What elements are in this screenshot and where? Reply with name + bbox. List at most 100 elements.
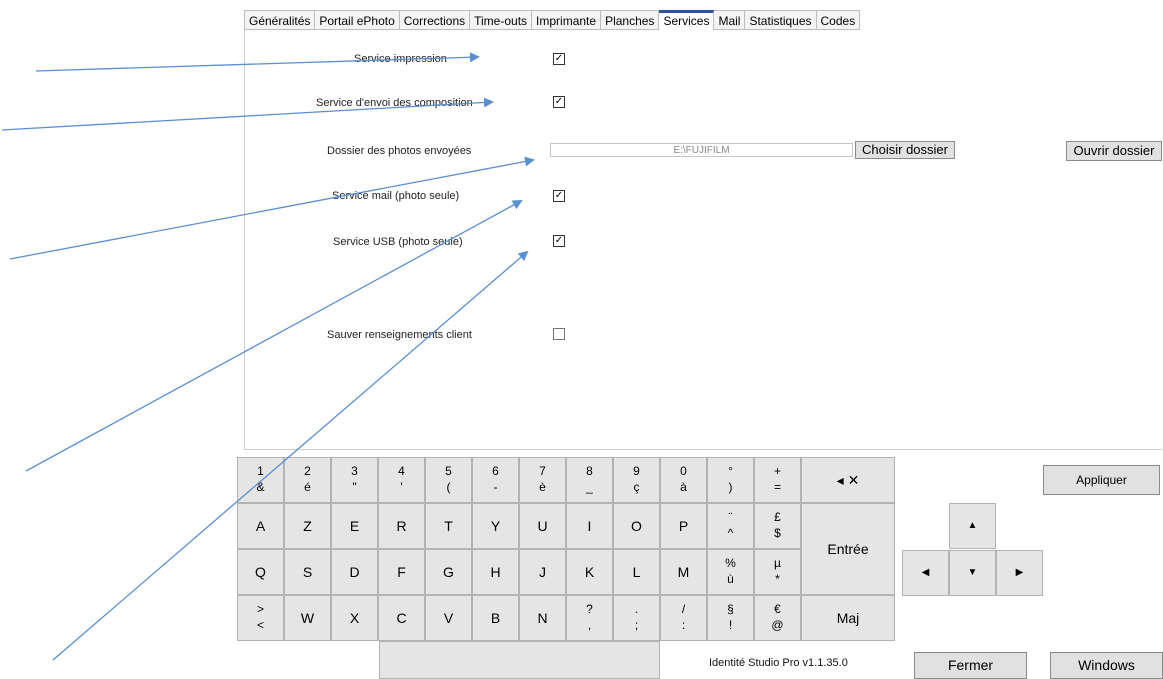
key-char: E: [349, 518, 360, 534]
key-f[interactable]: F: [378, 549, 425, 595]
key-char: R: [396, 518, 407, 534]
key-h[interactable]: H: [472, 549, 519, 595]
tab-bar: Généralités Portail ePhoto Corrections T…: [244, 10, 861, 31]
key-question[interactable]: ?,: [566, 595, 613, 641]
backspace-icon: ◂ ✕: [836, 472, 860, 488]
key-i[interactable]: I: [566, 503, 613, 549]
enter-key[interactable]: Entrée: [801, 503, 895, 595]
key-euro[interactable]: € @: [754, 595, 801, 641]
tab-statistiques[interactable]: Statistiques: [745, 10, 817, 30]
key-top-char: 8: [586, 464, 593, 478]
key-degree[interactable]: °): [707, 457, 754, 503]
arrow-down-key[interactable]: ▼: [949, 550, 996, 596]
key-top-char: 7: [539, 464, 546, 478]
tab-time-outs[interactable]: Time-outs: [470, 10, 533, 30]
service-usb-checkbox[interactable]: ✓: [553, 235, 565, 247]
key-a[interactable]: A: [237, 503, 284, 549]
arrow-up-icon: ▲: [967, 520, 978, 531]
key-t[interactable]: T: [425, 503, 472, 549]
key-slash[interactable]: /:: [660, 595, 707, 641]
key-p[interactable]: P: [660, 503, 707, 549]
key-bottom-char: -: [493, 480, 498, 494]
key-l[interactable]: L: [613, 549, 660, 595]
key-m[interactable]: M: [660, 549, 707, 595]
key-g[interactable]: G: [425, 549, 472, 595]
key-o[interactable]: O: [613, 503, 660, 549]
key-1[interactable]: 1 &: [237, 457, 284, 503]
key-9[interactable]: 9ç: [613, 457, 660, 503]
windows-button[interactable]: Windows: [1050, 652, 1163, 679]
tab-imprimante[interactable]: Imprimante: [532, 10, 602, 30]
key-top-char: §: [727, 602, 734, 616]
key-y[interactable]: Y: [472, 503, 519, 549]
key-7[interactable]: 7è: [519, 457, 566, 503]
key-bottom-char: :: [681, 618, 686, 632]
key-char: X: [349, 610, 360, 626]
tab-corrections[interactable]: Corrections: [399, 10, 471, 30]
key-circumflex[interactable]: ¨ ^: [707, 503, 754, 549]
key-pound[interactable]: £ $: [754, 503, 801, 549]
arrow-left-key[interactable]: ◀: [902, 550, 949, 596]
key-greater-less[interactable]: > <: [237, 595, 284, 641]
key-section[interactable]: §!: [707, 595, 754, 641]
arrow-right-key[interactable]: ▶: [996, 550, 1043, 596]
key-char: V: [443, 610, 454, 626]
close-button[interactable]: Fermer: [914, 652, 1027, 679]
service-print-checkbox[interactable]: ✓: [553, 53, 565, 65]
key-bottom-char: (: [446, 480, 451, 494]
key-3[interactable]: 3 ": [331, 457, 378, 503]
key-j[interactable]: J: [519, 549, 566, 595]
key-8[interactable]: 8 _: [566, 457, 613, 503]
key-top-char: °: [728, 464, 733, 478]
apply-button[interactable]: Appliquer: [1043, 465, 1160, 495]
key-percent[interactable]: % ù: [707, 549, 754, 595]
key-v[interactable]: V: [425, 595, 472, 641]
service-compositions-label: Service d'envoi des composition: [316, 97, 473, 109]
key-0[interactable]: 0à: [660, 457, 707, 503]
service-mail-checkbox[interactable]: ✓: [553, 190, 565, 202]
key-6[interactable]: 6-: [472, 457, 519, 503]
key-char: C: [396, 610, 407, 626]
key-2[interactable]: 2é: [284, 457, 331, 503]
tab-codes[interactable]: Codes: [816, 10, 861, 30]
key-top-char: 9: [633, 464, 640, 478]
key-bottom-char: @: [771, 618, 784, 632]
key-n[interactable]: N: [519, 595, 566, 641]
key-bottom-char: <: [256, 618, 264, 632]
save-client-checkbox[interactable]: [553, 328, 565, 340]
key-s[interactable]: S: [284, 549, 331, 595]
shift-key[interactable]: Maj: [801, 595, 895, 641]
key-c[interactable]: C: [378, 595, 425, 641]
key-u[interactable]: U: [519, 503, 566, 549]
key-bottom-char: ç: [633, 480, 640, 494]
tab-planches[interactable]: Planches: [601, 10, 660, 30]
key-k[interactable]: K: [566, 549, 613, 595]
folder-path-field[interactable]: E:\FUJIFILM: [550, 143, 853, 157]
key-x[interactable]: X: [331, 595, 378, 641]
key-4[interactable]: 4 ': [378, 457, 425, 503]
open-folder-button[interactable]: Ouvrir dossier: [1066, 141, 1162, 161]
save-client-label: Sauver renseignements client: [327, 329, 472, 341]
tab-services[interactable]: Services: [659, 10, 715, 31]
tab-portail-ephoto[interactable]: Portail ePhoto: [315, 10, 400, 30]
tab-generalites[interactable]: Généralités: [244, 10, 316, 30]
arrow-up-key[interactable]: ▲: [949, 503, 996, 549]
key-5[interactable]: 5(: [425, 457, 472, 503]
key-e[interactable]: E: [331, 503, 378, 549]
key-plus[interactable]: + =: [754, 457, 801, 503]
key-q[interactable]: Q: [237, 549, 284, 595]
backspace-key[interactable]: ◂ ✕: [801, 457, 895, 503]
key-d[interactable]: D: [331, 549, 378, 595]
key-w[interactable]: W: [284, 595, 331, 641]
space-bar[interactable]: [379, 641, 660, 679]
enter-label: Entrée: [827, 541, 869, 557]
key-period[interactable]: .;: [613, 595, 660, 641]
key-z[interactable]: Z: [284, 503, 331, 549]
key-top-char: µ: [774, 556, 781, 570]
service-compositions-checkbox[interactable]: ✓: [553, 96, 565, 108]
choose-folder-button[interactable]: Choisir dossier: [855, 141, 955, 159]
key-micro[interactable]: µ *: [754, 549, 801, 595]
key-r[interactable]: R: [378, 503, 425, 549]
tab-mail[interactable]: Mail: [714, 10, 746, 30]
key-b[interactable]: B: [472, 595, 519, 641]
